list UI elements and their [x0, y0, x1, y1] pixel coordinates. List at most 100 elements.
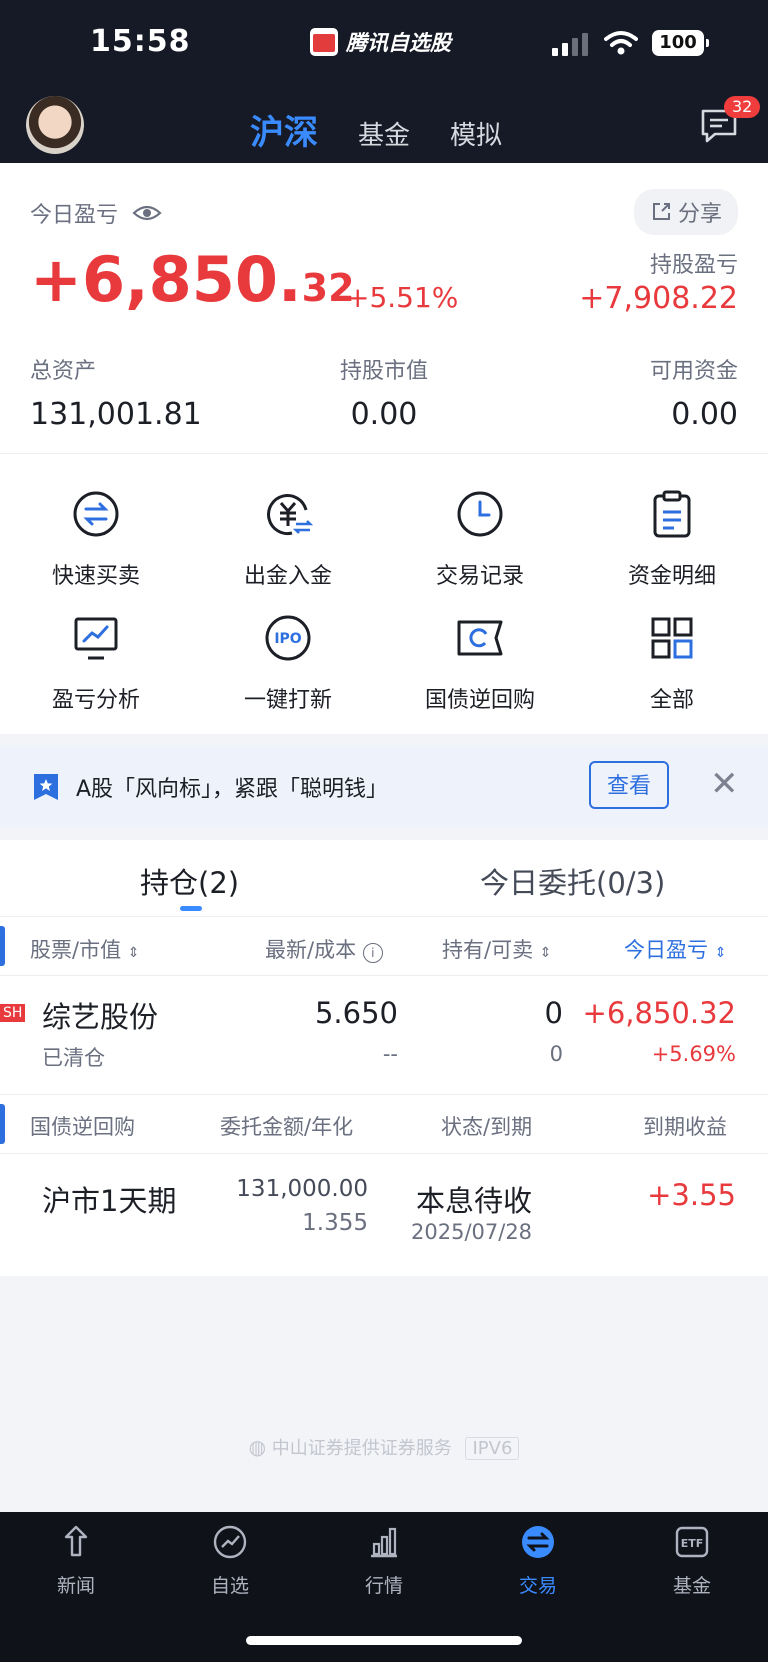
header-latest-cost[interactable]: 最新/成本 i: [265, 934, 383, 964]
clipboard-icon: [653, 490, 691, 538]
news-icon: [64, 1525, 88, 1557]
nav-news[interactable]: 新闻: [26, 1524, 126, 1598]
repo-status: 本息待收: [416, 1184, 533, 1218]
nav-label: 基金: [672, 1575, 711, 1597]
close-icon[interactable]: ✕: [710, 767, 739, 801]
action-label: 快速买卖: [51, 564, 140, 589]
pnl-summary-card: 今日盈亏 分享 +6,850.32 +5.51% 持股盈亏 +7,908.22 …: [0, 163, 768, 453]
share-button[interactable]: 分享: [633, 189, 738, 235]
broker-note-text: 中山证券提供证券服务: [271, 1438, 452, 1459]
divider: [0, 1094, 768, 1095]
nav-trade[interactable]: 交易: [488, 1524, 588, 1598]
header-hold-sellable[interactable]: 持有/可卖 ⇕: [442, 934, 552, 964]
svg-text:IPO: IPO: [274, 631, 301, 647]
exchange-icon: [522, 1526, 554, 1558]
action-label: 全部: [649, 688, 694, 713]
tab-fund[interactable]: 基金: [358, 115, 410, 152]
market-tag: SH: [0, 1004, 26, 1022]
action-trade-records[interactable]: 交易记录: [384, 488, 576, 590]
wifi-icon: [604, 31, 638, 55]
tab-today-orders[interactable]: 今日委托(0/3): [480, 860, 665, 902]
action-ipo-subscribe[interactable]: IPO 一键打新: [192, 612, 384, 714]
nav-favorites[interactable]: 自选: [180, 1524, 280, 1598]
broker-note: ◍ 中山证券提供证券服务 IPV6: [0, 1434, 768, 1460]
app-name: 腾讯自选股: [346, 31, 451, 55]
repo-rate: 1.355: [302, 1210, 368, 1236]
share-icon: [652, 203, 670, 220]
svg-text:ETF: ETF: [681, 1537, 704, 1550]
favorites-chart-icon: [213, 1525, 247, 1559]
holding-pnl-value: +7,908.22: [579, 281, 738, 316]
today-pnl-percent: +5.51%: [346, 281, 459, 314]
bookmark-star-icon: [34, 774, 58, 800]
available-funds: 可用资金 0.00: [650, 353, 738, 432]
message-count-badge: 32: [724, 96, 761, 118]
repo-amount: 131,000.00: [236, 1176, 368, 1202]
action-all[interactable]: 全部: [576, 612, 768, 714]
action-reverse-repo[interactable]: 国债逆回购: [384, 612, 576, 714]
stock-latest-price: 5.650: [314, 996, 398, 1030]
clock-icon: [457, 491, 503, 537]
header-label: 股票/市值: [30, 938, 122, 962]
divider: [0, 1153, 768, 1154]
ipo-icon: IPO: [265, 615, 311, 661]
share-label: 分享: [677, 202, 722, 227]
stock-sellable: 0: [549, 1042, 563, 1066]
total-assets-label: 总资产: [30, 359, 97, 384]
battery-indicator: 100: [652, 30, 709, 56]
sort-icon: ⇕: [127, 945, 140, 961]
tab-positions[interactable]: 持仓(2): [140, 860, 239, 902]
nav-label: 自选: [210, 1575, 249, 1597]
swap-circle-icon: [73, 491, 119, 537]
action-quick-trade[interactable]: 快速买卖: [0, 488, 192, 590]
action-label: 国债逆回购: [424, 688, 535, 713]
etf-icon: ETF: [675, 1526, 709, 1558]
nav-market[interactable]: 行情: [334, 1524, 434, 1598]
app-logo-icon: [310, 28, 338, 56]
repo-name: 沪市1天期: [42, 1184, 177, 1218]
stock-status: 已清仓: [42, 1046, 105, 1070]
market-tabs: 沪深 基金 模拟: [250, 105, 502, 154]
market-value: 持股市值 0.00: [337, 353, 431, 432]
available-funds-value: 0.00: [671, 397, 738, 432]
market-value-value: 0.00: [350, 397, 418, 432]
avatar[interactable]: [26, 96, 84, 154]
repo-header-income: 到期收益: [643, 1115, 727, 1139]
repo-income: +3.55: [647, 1178, 736, 1212]
promo-banner: A股「风向标」，紧跟「聪明钱」 查看 ✕: [0, 745, 768, 827]
header-today-pnl[interactable]: 今日盈亏 ⇕: [624, 934, 726, 964]
action-fund-details[interactable]: 资金明细: [576, 488, 768, 590]
stock-cost: --: [382, 1042, 398, 1066]
repo-due-date: 2025/07/28: [411, 1220, 533, 1244]
market-value-label: 持股市值: [339, 359, 428, 384]
header-stock-value[interactable]: 股票/市值 ⇕: [30, 934, 140, 964]
positions-header-row: 股票/市值 ⇕ 最新/成本 i 持有/可卖 ⇕ 今日盈亏 ⇕: [0, 916, 768, 976]
total-assets-value: 131,001.81: [30, 397, 202, 432]
action-label: 一键打新: [243, 688, 332, 713]
bar-chart-icon: [371, 1527, 397, 1558]
sort-icon: ⇕: [714, 945, 727, 961]
header-label: 最新/成本: [265, 938, 357, 962]
monitor-chart-icon: [74, 617, 118, 660]
eye-icon[interactable]: [132, 203, 162, 223]
nav-label: 新闻: [56, 1575, 95, 1597]
action-pnl-analysis[interactable]: 盈亏分析: [0, 612, 192, 714]
bottom-nav: 新闻 自选 行情 交易 ETF 基金: [0, 1512, 768, 1662]
nav-fund[interactable]: ETF 基金: [642, 1524, 742, 1598]
stock-today-pnl: +6,850.32: [582, 996, 736, 1030]
info-icon[interactable]: i: [362, 943, 383, 963]
available-funds-label: 可用资金: [649, 359, 738, 384]
stock-holding: 0: [544, 996, 563, 1030]
home-indicator: [246, 1636, 522, 1645]
grid-icon: [651, 617, 693, 659]
tab-hushen[interactable]: 沪深: [250, 105, 318, 154]
banner-view-button[interactable]: 查看: [589, 761, 669, 809]
repo-header-status: 状态/到期: [441, 1115, 533, 1139]
action-label: 出金入金: [243, 564, 332, 589]
action-deposit-withdraw[interactable]: 出金入金: [192, 488, 384, 590]
status-time: 15:58: [90, 24, 191, 59]
today-pnl-integer: +6,850.: [30, 243, 302, 316]
tab-simulation[interactable]: 模拟: [450, 115, 502, 152]
holdings-panel: 持仓(2) 今日委托(0/3) 股票/市值 ⇕ 最新/成本 i 持有/可卖 ⇕ …: [0, 840, 768, 1276]
active-tab-indicator: [180, 906, 202, 911]
